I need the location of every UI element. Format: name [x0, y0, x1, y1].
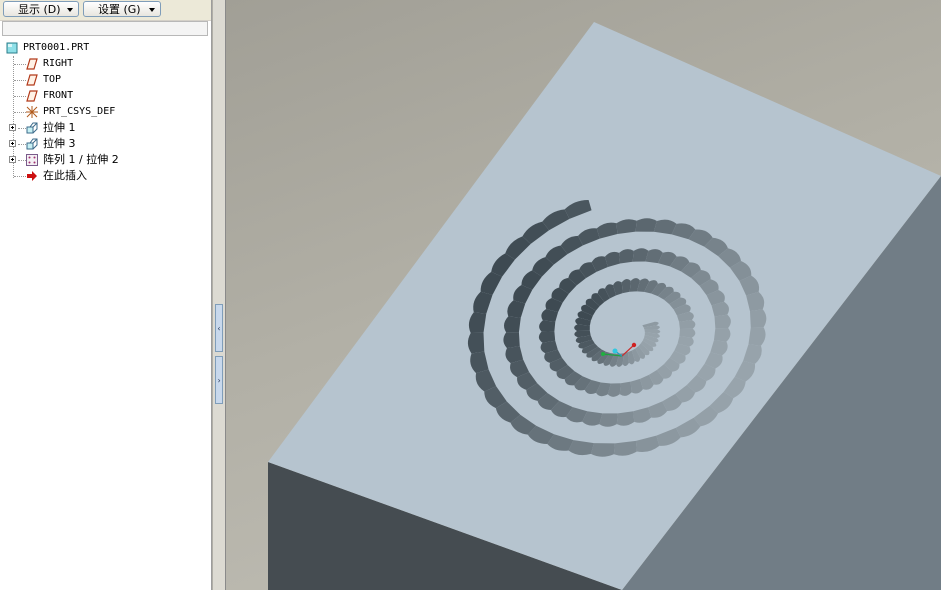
groove-wall-segment	[539, 320, 556, 332]
collapse-panel-button[interactable]: ‹	[215, 304, 223, 352]
show-menu-button[interactable]: 显示 (D)	[3, 1, 79, 17]
tree-item-pattern-1[interactable]: 阵列 1 / 拉伸 2	[0, 152, 211, 168]
settings-menu-label: 设置 (G)	[98, 3, 141, 16]
expand-panel-button[interactable]: ›	[215, 356, 223, 404]
extrude-feature-icon	[26, 138, 38, 150]
tree-connector-line	[18, 144, 26, 145]
datum-plane-icon	[26, 90, 38, 102]
tree-connector-line	[14, 96, 26, 97]
groove-wall-segment	[713, 327, 731, 342]
chevron-right-icon: ›	[216, 376, 222, 385]
groove-wall-segment	[599, 413, 618, 427]
tree-item-top[interactable]: TOP	[0, 72, 211, 88]
graphics-viewport[interactable]	[226, 0, 941, 590]
datum-plane-icon	[26, 58, 38, 70]
model-tree-toolbar: 显示 (D) 设置 (G)	[0, 0, 211, 21]
tree-item-extrude-3[interactable]: 拉伸 3	[0, 136, 211, 152]
3d-model-view[interactable]	[226, 0, 941, 590]
expand-icon[interactable]	[9, 156, 16, 163]
tree-item-label: 拉伸 1	[43, 121, 76, 134]
panel-splitter[interactable]: ‹ ›	[212, 0, 226, 590]
groove-wall-segment	[621, 279, 631, 294]
groove-wall-segment	[619, 381, 632, 396]
tree-item-label: FRONT	[43, 90, 74, 101]
tree-item-label: TOP	[43, 74, 62, 85]
chevron-down-icon	[67, 8, 73, 12]
groove-wall-segment	[590, 443, 615, 457]
groove-wall-segment	[538, 331, 556, 343]
tree-item-extrude-1[interactable]: 拉伸 1	[0, 120, 211, 136]
groove-wall-segment	[714, 314, 731, 329]
tree-item-insert-here[interactable]: 在此插入	[0, 168, 211, 184]
groove-wall-segment	[679, 328, 696, 338]
tree-connector-line	[14, 176, 26, 177]
show-menu-label: 显示 (D)	[18, 3, 61, 16]
tree-item-label: 在此插入	[43, 169, 87, 182]
expand-icon[interactable]	[9, 140, 16, 147]
tree-item-label: 阵列 1 / 拉伸 2	[43, 153, 119, 166]
coordinate-system-icon	[26, 106, 38, 118]
pattern-feature-icon	[26, 154, 38, 166]
chevron-left-icon: ‹	[216, 324, 222, 333]
groove-wall-segment	[748, 327, 766, 346]
groove-wall-segment	[635, 218, 657, 232]
groove-wall-segment	[619, 249, 634, 264]
tree-item-label: PRT_CSYS_DEF	[43, 106, 116, 117]
settings-menu-button[interactable]: 设置 (G)	[83, 1, 161, 17]
model-tree-panel: 显示 (D) 设置 (G) PRT0001.PRT RIGHT TOP FRON…	[0, 0, 212, 590]
tree-filter-bar[interactable]	[2, 21, 208, 36]
tree-item-label: PRT0001.PRT	[23, 42, 90, 53]
groove-wall-segment	[467, 332, 485, 354]
groove-wall-segment	[503, 332, 520, 349]
insert-here-arrow-icon	[27, 171, 37, 181]
part-icon	[6, 42, 18, 54]
chevron-down-icon	[149, 8, 155, 12]
groove-wall-segment	[749, 309, 767, 328]
datum-plane-icon	[26, 74, 38, 86]
tree-item-label: 拉伸 3	[43, 137, 76, 150]
tree-item-right[interactable]: RIGHT	[0, 56, 211, 72]
tree-item-front[interactable]: FRONT	[0, 88, 211, 104]
tree-item-csys[interactable]: PRT_CSYS_DEF	[0, 104, 211, 120]
tree-connector-line	[18, 128, 26, 129]
tree-item-root[interactable]: PRT0001.PRT	[0, 40, 211, 56]
tree-connector-line	[14, 80, 26, 81]
extrude-feature-icon	[26, 122, 38, 134]
expand-icon[interactable]	[9, 124, 16, 131]
groove-wall-segment	[504, 316, 521, 333]
tree-item-label: RIGHT	[43, 58, 74, 69]
tree-connector-line	[14, 64, 26, 65]
tree-connector-line	[18, 160, 26, 161]
